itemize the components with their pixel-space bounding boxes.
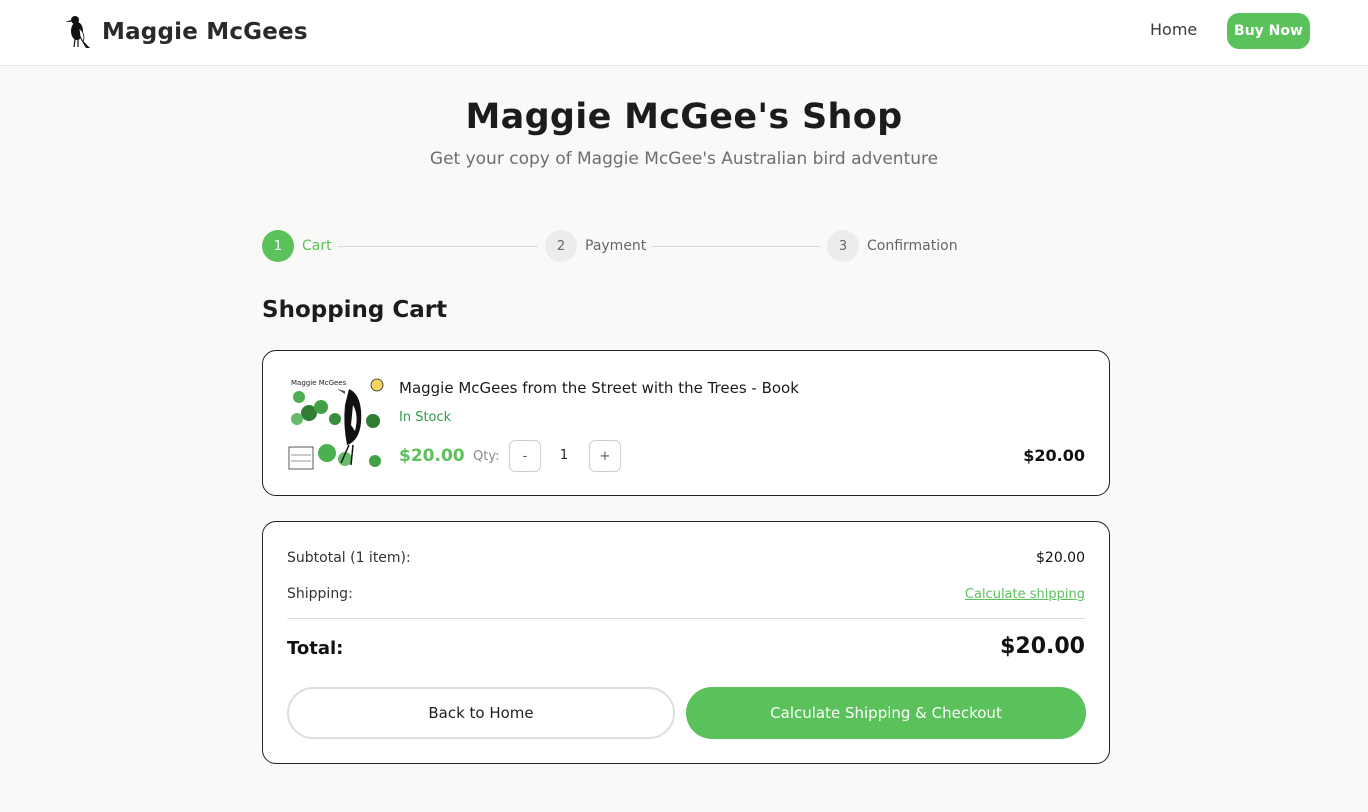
step-label: Payment bbox=[585, 238, 647, 254]
cart-item-card: Maggie McGees Maggie McGees from the Str… bbox=[262, 350, 1110, 496]
step-payment: 2 Payment bbox=[545, 230, 646, 262]
stock-status: In Stock bbox=[399, 410, 452, 425]
subtotal-label: Subtotal (1 item): bbox=[287, 550, 411, 566]
stepper-connector bbox=[338, 246, 538, 247]
page-title: Maggie McGee's Shop bbox=[465, 97, 903, 137]
qty-increase-button[interactable]: + bbox=[589, 440, 621, 472]
buy-now-button[interactable]: Buy Now bbox=[1227, 13, 1310, 49]
qty-label: Qty: bbox=[473, 449, 500, 464]
step-number: 2 bbox=[545, 230, 577, 262]
stepper-connector bbox=[652, 246, 820, 247]
step-number: 3 bbox=[827, 230, 859, 262]
total-label: Total: bbox=[287, 638, 344, 659]
top-navbar: Maggie McGees Home Buy Now bbox=[0, 0, 1368, 66]
total-value: $20.00 bbox=[1000, 634, 1085, 659]
product-name[interactable]: Maggie McGees from the Street with the T… bbox=[399, 379, 799, 397]
checkout-button[interactable]: Calculate Shipping & Checkout bbox=[686, 687, 1086, 739]
book-cover-thumbnail: Maggie McGees bbox=[287, 375, 385, 473]
subtotal-value: $20.00 bbox=[1036, 550, 1085, 566]
step-label: Cart bbox=[302, 238, 332, 254]
calculate-shipping-link[interactable]: Calculate shipping bbox=[965, 587, 1085, 602]
svg-text:Maggie McGees: Maggie McGees bbox=[291, 379, 347, 387]
nav-home-link[interactable]: Home bbox=[1150, 20, 1197, 39]
magpie-logo-icon bbox=[65, 16, 90, 48]
page-subtitle: Get your copy of Maggie McGee's Australi… bbox=[429, 149, 939, 169]
shipping-label: Shipping: bbox=[287, 586, 353, 602]
brand-name: Maggie McGees bbox=[102, 19, 308, 45]
step-label: Confirmation bbox=[867, 238, 958, 254]
order-summary-card: Subtotal (1 item): $20.00 Shipping: Calc… bbox=[262, 521, 1110, 764]
shopping-cart-heading: Shopping Cart bbox=[262, 297, 448, 323]
qty-value: 1 bbox=[559, 448, 569, 463]
step-cart: 1 Cart bbox=[262, 230, 332, 262]
brand[interactable]: Maggie McGees bbox=[64, 12, 308, 52]
unit-price: $20.00 bbox=[399, 446, 465, 466]
step-number: 1 bbox=[262, 230, 294, 262]
qty-decrease-button[interactable]: - bbox=[509, 440, 541, 472]
line-total: $20.00 bbox=[1023, 446, 1085, 465]
step-confirmation: 3 Confirmation bbox=[827, 230, 958, 262]
back-to-home-button[interactable]: Back to Home bbox=[287, 687, 675, 739]
summary-divider bbox=[287, 618, 1085, 619]
